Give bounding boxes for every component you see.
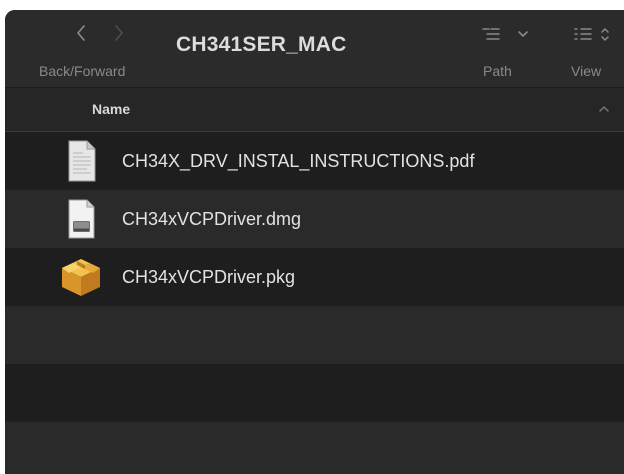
list-path-icon [482,28,528,40]
view-label: View [571,63,602,79]
toolbar: CH341SER_MAC Back/Forward Path View [5,10,624,88]
column-header-name[interactable]: Name [92,101,130,117]
list-view-icon [574,28,609,41]
file-name: CH34xVCPDriver.dmg [122,209,302,229]
empty-row [5,364,624,422]
file-list: CH34X_DRV_INSTAL_INSTRUCTIONS.pdf CH34xV… [5,132,624,474]
chevron-left-icon [77,25,85,41]
chevron-up-icon[interactable] [598,104,610,114]
file-name: CH34xVCPDriver.pkg [122,267,296,287]
nav-arrows [69,20,139,46]
back-button[interactable] [69,20,95,46]
package-icon [59,255,103,299]
disk-image-icon [59,197,103,241]
empty-row [5,306,624,364]
backforward-label: Back/Forward [39,63,126,79]
file-row-dmg[interactable]: CH34xVCPDriver.dmg [5,190,624,248]
finder-window: CH341SER_MAC Back/Forward Path View Name… [5,10,624,474]
path-label: Path [483,63,512,79]
file-row-pdf[interactable]: CH34X_DRV_INSTAL_INSTRUCTIONS.pdf [5,132,624,190]
view-button[interactable] [571,24,623,46]
pdf-document-icon [59,139,103,183]
file-name: CH34X_DRV_INSTAL_INSTRUCTIONS.pdf [122,151,475,171]
path-button[interactable] [479,24,531,46]
chevron-right-icon [115,25,123,41]
window-title: CH341SER_MAC [176,33,347,56]
empty-row [5,422,624,474]
forward-button[interactable] [105,20,131,46]
column-header-bar: Name [5,88,624,132]
file-row-pkg[interactable]: CH34xVCPDriver.pkg [5,248,624,306]
